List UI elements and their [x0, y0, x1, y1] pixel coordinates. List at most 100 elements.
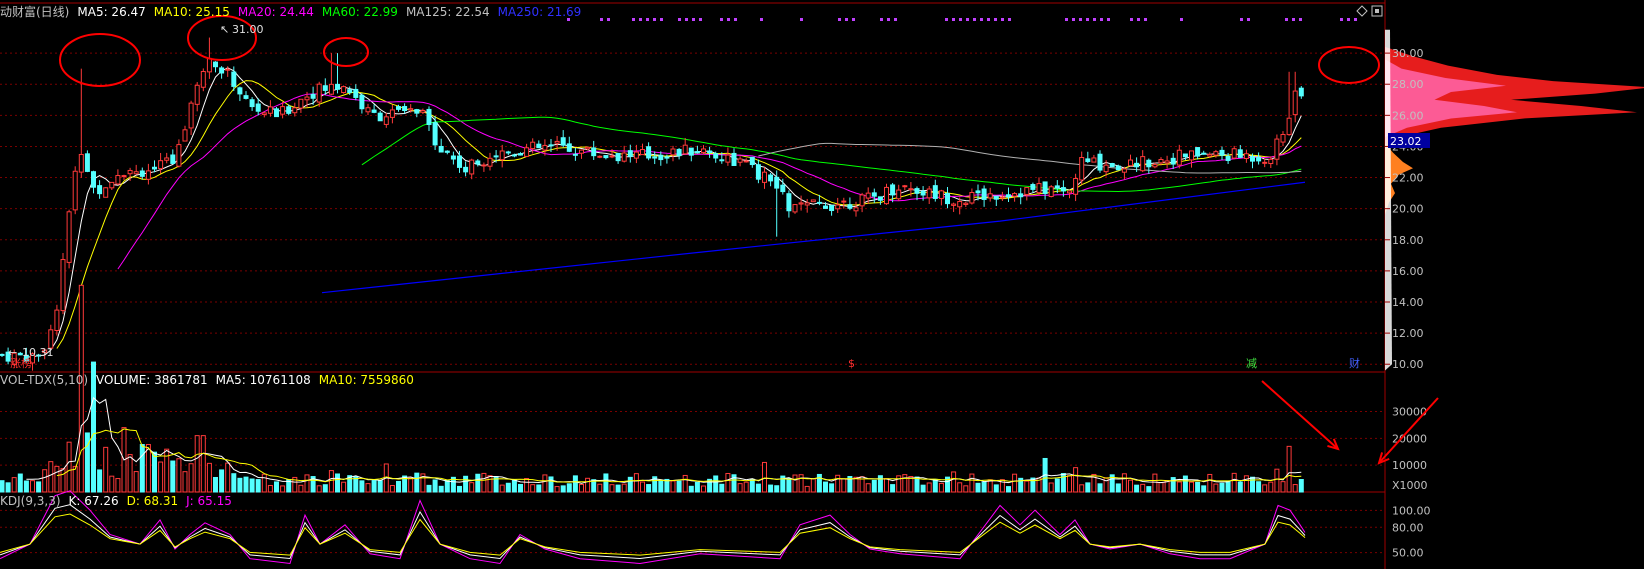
- candle-body: [926, 188, 932, 199]
- candle-body: [457, 155, 462, 168]
- candle-body: [310, 93, 316, 99]
- volume-bar: [1207, 473, 1213, 493]
- stock-title[interactable]: 动财富(日线): [0, 5, 69, 19]
- signal-dot: [639, 18, 642, 21]
- volume-bar: [524, 478, 530, 493]
- candle-body: [1012, 193, 1018, 197]
- volume-unit-label: X1000: [1392, 479, 1428, 492]
- stock-chart[interactable]: 30.0028.0026.0024.0022.0020.0018.0016.00…: [0, 0, 1644, 569]
- volume-bar: [597, 483, 603, 493]
- signal-dot: [653, 18, 656, 21]
- candle-body: [66, 211, 72, 263]
- volume-bar: [676, 480, 682, 493]
- candle-body: [835, 204, 841, 210]
- volume-bar: [823, 481, 828, 493]
- volume-bar: [530, 484, 536, 493]
- ma10-value: MA10: 25.15: [153, 5, 230, 19]
- kdj-tick-label: 50.00: [1392, 547, 1424, 560]
- candle-body: [786, 193, 792, 212]
- volume-bar: [170, 460, 176, 493]
- candle-body: [0, 353, 5, 356]
- signal-dot: [699, 18, 702, 21]
- volume-indicator-name[interactable]: VOL-TDX(5,10): [0, 373, 88, 387]
- candle-body: [999, 196, 1005, 199]
- signal-dot: [660, 18, 663, 21]
- candle-body: [432, 122, 438, 146]
- candle-body: [554, 140, 560, 144]
- volume-bar: [835, 474, 841, 493]
- volume-bar: [926, 482, 932, 493]
- volume-bar: [182, 471, 188, 493]
- volume-bar: [511, 479, 517, 493]
- candle-body: [530, 141, 536, 150]
- volume-bar: [841, 478, 847, 493]
- volume-bar: [585, 477, 591, 493]
- signal-dot: [1285, 18, 1288, 21]
- price-tick-label: 14.00: [1392, 296, 1424, 309]
- candle-body: [951, 203, 957, 206]
- volume-bar: [633, 473, 639, 493]
- candle-body: [871, 192, 877, 197]
- volume-bar: [23, 480, 29, 493]
- kdj-indicator-name[interactable]: KDJ(9,3,3): [0, 494, 61, 508]
- candle-body: [206, 57, 212, 73]
- candle-body: [579, 149, 584, 154]
- candle-body: [249, 99, 255, 108]
- volume-bar: [670, 480, 676, 493]
- volume-bar: [1292, 484, 1298, 493]
- volume-bar: [621, 483, 627, 493]
- signal-dot: [1137, 18, 1140, 21]
- ma125-value: MA125: 22.54: [405, 5, 490, 19]
- candle-body: [219, 67, 225, 74]
- candle-body: [139, 170, 145, 177]
- event-label-zhangbang[interactable]: 涨榜: [10, 356, 32, 370]
- candle-body: [365, 107, 371, 113]
- volume-bar: [719, 483, 725, 493]
- candle-body: [1268, 158, 1274, 165]
- volume-bar: [304, 474, 310, 493]
- candle-body: [920, 190, 926, 196]
- candle-body: [762, 171, 767, 183]
- candle-body: [133, 171, 139, 175]
- volume-bar: [853, 476, 859, 493]
- candle-body: [1085, 158, 1091, 163]
- event-label-cai[interactable]: 财: [1349, 356, 1360, 370]
- candle-body: [426, 108, 432, 126]
- candle-body: [316, 83, 322, 103]
- candle-body: [84, 153, 90, 172]
- volume-bar: [145, 444, 151, 493]
- candle-body: [566, 143, 572, 152]
- volume-bar: [1048, 482, 1054, 493]
- signal-dot: [994, 18, 997, 21]
- candle-body: [701, 148, 706, 153]
- signal-dot: [1180, 18, 1183, 21]
- candle-body: [731, 152, 737, 166]
- candle-body: [145, 170, 151, 180]
- candle-body: [261, 112, 267, 115]
- volume-bar: [682, 474, 688, 493]
- candle-body: [267, 106, 273, 114]
- volume-bar: [1195, 481, 1201, 493]
- candle-body: [109, 181, 115, 189]
- candle-body: [115, 175, 121, 185]
- volume-bar: [1213, 483, 1219, 493]
- signal-dot: [1079, 18, 1082, 21]
- volume-bar: [1250, 476, 1255, 493]
- volume-bar: [469, 482, 475, 493]
- candle-body: [932, 185, 938, 199]
- volume-bar: [951, 471, 957, 493]
- candle-body: [682, 144, 688, 155]
- volume-bar: [1085, 482, 1091, 493]
- candle-body: [774, 176, 780, 189]
- volume-bar: [499, 484, 505, 493]
- volume-bar: [1134, 484, 1140, 493]
- event-label-jian[interactable]: 减: [1246, 357, 1257, 370]
- signal-dot: [959, 18, 962, 21]
- candle-body: [438, 145, 444, 153]
- volume-bar: [481, 472, 487, 493]
- volume-bar: [54, 465, 60, 493]
- event-label-dollar[interactable]: $: [848, 357, 855, 370]
- volume-bar: [1079, 484, 1085, 493]
- price-tick-label: 28.00: [1392, 78, 1424, 91]
- candle-body: [768, 174, 774, 182]
